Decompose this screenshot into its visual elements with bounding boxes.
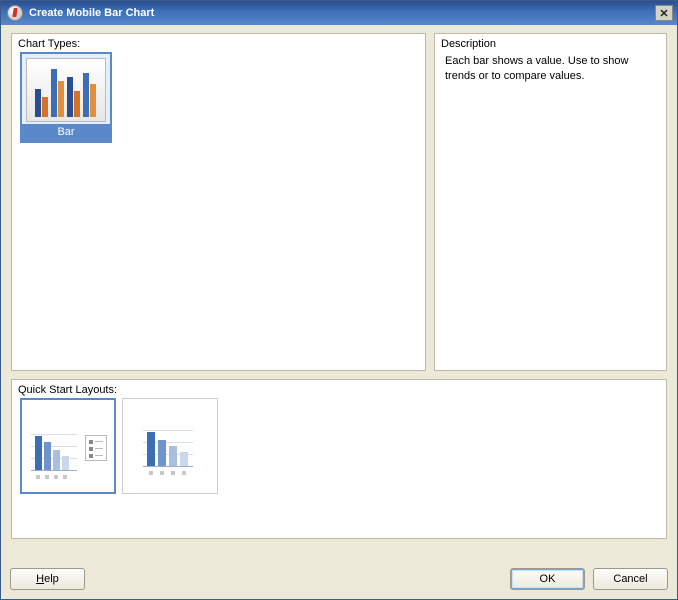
ok-button[interactable]: OK xyxy=(510,568,585,590)
description-label: Description xyxy=(441,38,496,50)
dialog-button-row: Help OK Cancel xyxy=(10,568,668,590)
title-bar: Create Mobile Bar Chart ✕ xyxy=(1,1,677,25)
chart-type-bar-label: Bar xyxy=(22,124,110,141)
layout-thumb-simple-icon xyxy=(129,411,211,481)
app-icon xyxy=(7,5,23,21)
quick-start-layout-1[interactable] xyxy=(20,398,116,494)
help-button[interactable]: Help xyxy=(10,568,85,590)
layout-thumb-with-legend-icon xyxy=(27,411,109,481)
description-text: Each bar shows a value. Use to show tren… xyxy=(443,52,658,86)
quick-start-layout-2[interactable] xyxy=(122,398,218,494)
description-panel: Description Each bar shows a value. Use … xyxy=(434,33,667,371)
quick-start-panel: Quick Start Layouts: xyxy=(11,379,667,539)
chart-type-bar[interactable]: Bar xyxy=(20,52,112,143)
window-title: Create Mobile Bar Chart xyxy=(29,7,655,19)
bar-chart-icon xyxy=(26,58,106,122)
close-button[interactable]: ✕ xyxy=(655,5,673,21)
quick-start-label: Quick Start Layouts: xyxy=(18,384,117,396)
chart-types-label: Chart Types: xyxy=(18,38,80,50)
chart-types-panel: Chart Types: Bar xyxy=(11,33,426,371)
cancel-button[interactable]: Cancel xyxy=(593,568,668,590)
close-icon: ✕ xyxy=(659,7,668,20)
